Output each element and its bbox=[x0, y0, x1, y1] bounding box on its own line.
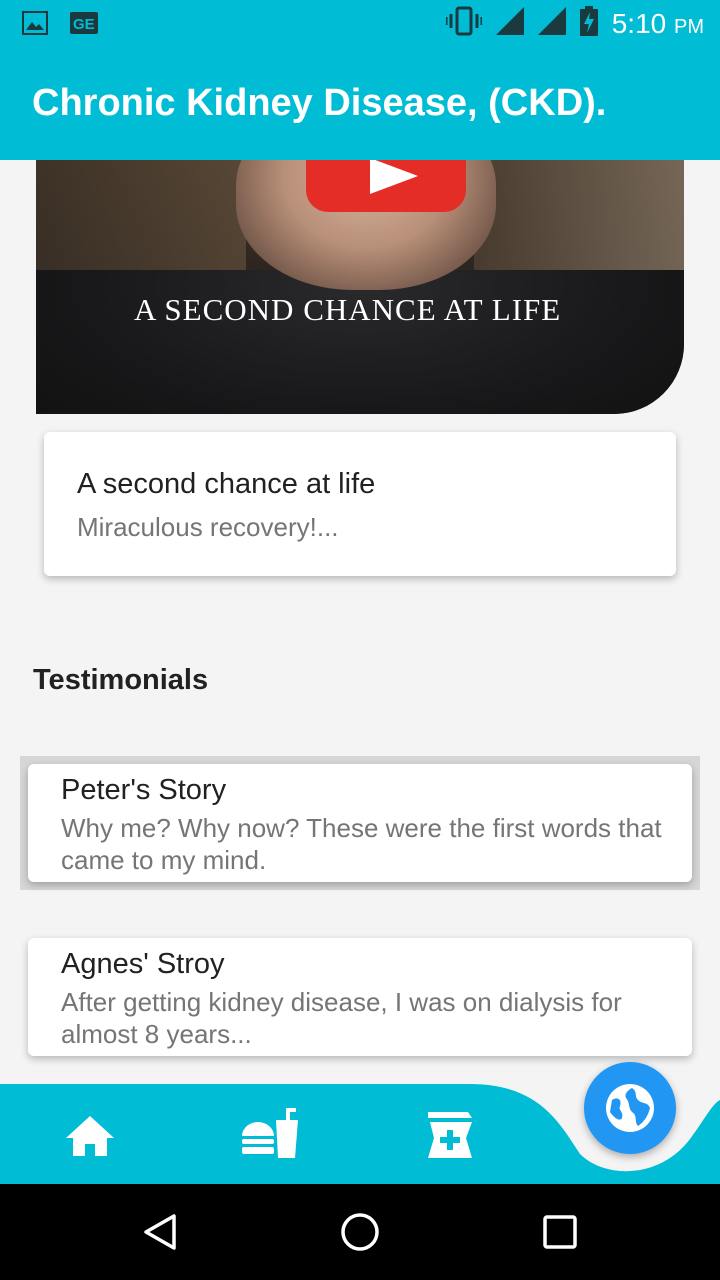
system-nav-bar bbox=[0, 1184, 720, 1280]
testimonial-text: Why me? Why now? These were the first wo… bbox=[61, 813, 662, 875]
recents-button[interactable] bbox=[538, 1210, 582, 1254]
signal-icon bbox=[537, 7, 566, 40]
featured-card-title: A second chance at life bbox=[77, 468, 376, 500]
food-icon bbox=[242, 1108, 298, 1158]
globe-icon bbox=[606, 1084, 654, 1132]
status-bar: GE 5:10 PM bbox=[0, 0, 720, 50]
app-bar: Chronic Kidney Disease, (CKD). bbox=[0, 50, 720, 160]
home-button[interactable] bbox=[338, 1210, 382, 1254]
image-icon bbox=[22, 11, 48, 40]
back-button[interactable] bbox=[138, 1210, 182, 1254]
testimonial-title: Peter's Story bbox=[61, 774, 227, 806]
home-circle-icon bbox=[341, 1213, 379, 1251]
pharmacy-icon bbox=[428, 1112, 472, 1158]
content-scroll[interactable]: A SECOND CHANCE AT LIFE A second chance … bbox=[0, 160, 720, 1084]
featured-card[interactable]: A second chance at life Miraculous recov… bbox=[44, 432, 676, 576]
clock-time: 5:10 bbox=[611, 7, 667, 39]
nav-home[interactable] bbox=[60, 1106, 120, 1166]
featured-card-subtitle: Miraculous recovery!... bbox=[77, 512, 339, 542]
home-icon bbox=[66, 1116, 114, 1156]
back-icon bbox=[144, 1214, 176, 1250]
clock: 5:10 PM bbox=[612, 8, 704, 40]
page-title: Chronic Kidney Disease, (CKD). bbox=[32, 82, 607, 124]
testimonial-text: After getting kidney disease, I was on d… bbox=[61, 987, 622, 1049]
recents-icon bbox=[543, 1215, 577, 1249]
play-button[interactable] bbox=[306, 160, 466, 212]
battery-charging-icon bbox=[579, 6, 598, 41]
video-thumbnail[interactable]: A SECOND CHANCE AT LIFE bbox=[36, 160, 684, 414]
video-caption: A SECOND CHANCE AT LIFE bbox=[134, 292, 562, 327]
testimonials-heading: Testimonials bbox=[33, 664, 209, 696]
testimonial-card[interactable]: Agnes' Stroy After getting kidney diseas… bbox=[28, 938, 692, 1056]
globe-fab[interactable] bbox=[584, 1062, 676, 1154]
signal-icon bbox=[495, 7, 524, 40]
nav-food[interactable] bbox=[240, 1106, 300, 1166]
play-icon bbox=[370, 160, 418, 194]
testimonial-card[interactable]: Peter's Story Why me? Why now? These wer… bbox=[28, 764, 692, 882]
clock-ampm: PM bbox=[674, 15, 704, 38]
svg-text:GE: GE bbox=[73, 16, 95, 33]
ge-badge-icon: GE bbox=[70, 11, 98, 40]
testimonial-title: Agnes' Stroy bbox=[61, 948, 225, 980]
vibrate-icon bbox=[444, 6, 484, 41]
nav-pharmacy[interactable] bbox=[420, 1106, 480, 1166]
